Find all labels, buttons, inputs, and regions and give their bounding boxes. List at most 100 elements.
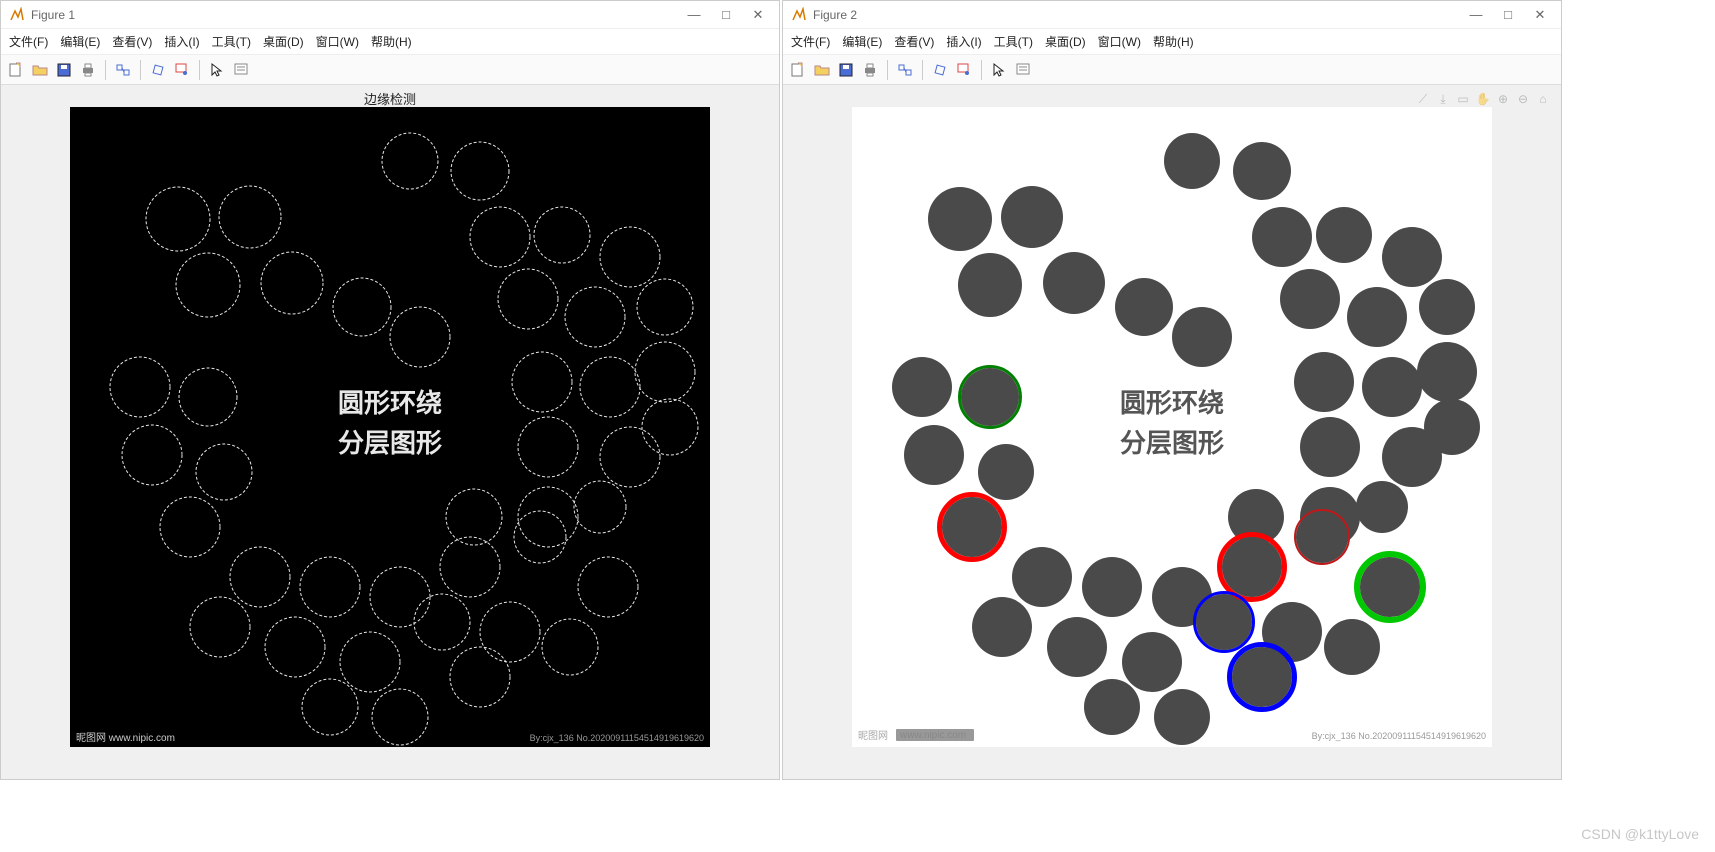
circle — [1154, 689, 1210, 745]
menu-file[interactable]: 文件(F) — [9, 33, 48, 50]
axes-area: ⟋ ⤓ ▭ ✋ ⊕ ⊖ ⌂ 圆形环绕 分层图形 昵图网 www.nipic.co… — [783, 85, 1561, 779]
rotate-icon[interactable] — [929, 59, 951, 81]
circle — [928, 187, 992, 251]
minimize-button[interactable]: — — [1469, 8, 1483, 22]
figure-window-1: Figure 1 — □ ✕ 文件(F) 编辑(E) 查看(V) 插入(I) 工… — [0, 0, 780, 780]
edit-plot-icon[interactable] — [1012, 59, 1034, 81]
pointer-icon[interactable] — [206, 59, 228, 81]
menu-desktop[interactable]: 桌面(D) — [263, 33, 304, 50]
export-icon[interactable]: ⤓ — [1435, 91, 1451, 107]
window-title: Figure 2 — [813, 8, 1469, 22]
menubar: 文件(F) 编辑(E) 查看(V) 插入(I) 工具(T) 桌面(D) 窗口(W… — [1, 29, 779, 55]
edge-detection-image: 圆形环绕 分层图形 昵图网 www.nipic.com By:cjx_136 N… — [70, 107, 710, 747]
circle — [1172, 307, 1232, 367]
circle — [1347, 287, 1407, 347]
menu-view[interactable]: 查看(V) — [894, 33, 934, 50]
watermark-site-url: www.nipic.com — [899, 730, 966, 741]
menu-window[interactable]: 窗口(W) — [316, 33, 359, 50]
menu-insert[interactable]: 插入(I) — [946, 33, 981, 50]
zoom-in-icon[interactable]: ⊕ — [1495, 91, 1511, 107]
circle — [1115, 278, 1173, 336]
circle — [978, 444, 1034, 500]
maximize-button[interactable]: □ — [1501, 8, 1515, 22]
menu-help[interactable]: 帮助(H) — [1153, 33, 1194, 50]
circle — [1362, 357, 1422, 417]
circle — [892, 357, 952, 417]
print-icon[interactable] — [859, 59, 881, 81]
datatip-icon[interactable]: ▭ — [1455, 91, 1471, 107]
zoom-out-icon[interactable]: ⊖ — [1515, 91, 1531, 107]
circle — [1043, 252, 1105, 314]
open-icon[interactable] — [811, 59, 833, 81]
circle — [1233, 142, 1291, 200]
circle — [1356, 481, 1408, 533]
menu-desktop[interactable]: 桌面(D) — [1045, 33, 1086, 50]
center-text-line1: 圆形环绕 — [338, 388, 442, 418]
data-cursor-icon[interactable] — [953, 59, 975, 81]
circle — [1382, 227, 1442, 287]
menu-insert[interactable]: 插入(I) — [164, 33, 199, 50]
menu-tools[interactable]: 工具(T) — [994, 33, 1033, 50]
home-icon[interactable]: ⌂ — [1535, 91, 1551, 107]
circle — [1012, 547, 1072, 607]
circle — [1316, 207, 1372, 263]
watermark-br-2: By:cjx_136 No.20200911154514919619620 — [1312, 731, 1486, 741]
menu-view[interactable]: 查看(V) — [112, 33, 152, 50]
csdn-watermark: CSDN @k1ttyLove — [1581, 826, 1699, 842]
matlab-logo-icon — [791, 7, 807, 23]
link-icon[interactable] — [112, 59, 134, 81]
axes-area: 边缘检测 圆形环绕 分层图形 昵图网 www.nipic.com By:cjx_… — [1, 85, 779, 779]
titlebar[interactable]: Figure 2 — □ ✕ — [783, 1, 1561, 29]
circle — [1360, 557, 1420, 617]
data-cursor-icon[interactable] — [171, 59, 193, 81]
detection-result-image: 圆形环绕 分层图形 昵图网 www.nipic.com By:cjx_136 N… — [852, 107, 1492, 747]
brush-icon[interactable]: ⟋ — [1415, 91, 1431, 107]
circle — [1047, 617, 1107, 677]
center-text-line1: 圆形环绕 — [1120, 388, 1224, 418]
menu-help[interactable]: 帮助(H) — [371, 33, 412, 50]
watermark-bl-1: 昵图网 www.nipic.com — [76, 732, 175, 744]
rotate-icon[interactable] — [147, 59, 169, 81]
new-figure-icon[interactable] — [787, 59, 809, 81]
pan-icon[interactable]: ✋ — [1475, 91, 1491, 107]
titlebar[interactable]: Figure 1 — □ ✕ — [1, 1, 779, 29]
edit-plot-icon[interactable] — [230, 59, 252, 81]
new-figure-icon[interactable] — [5, 59, 27, 81]
menu-window[interactable]: 窗口(W) — [1098, 33, 1141, 50]
watermark-br-1: By:cjx_136 No.20200911154514919619620 — [530, 733, 704, 743]
minimize-button[interactable]: — — [687, 8, 701, 22]
open-icon[interactable] — [29, 59, 51, 81]
window-title: Figure 1 — [31, 8, 687, 22]
circle — [1294, 352, 1354, 412]
print-icon[interactable] — [77, 59, 99, 81]
circle — [1252, 207, 1312, 267]
save-icon[interactable] — [835, 59, 857, 81]
circle — [1300, 417, 1360, 477]
maximize-button[interactable]: □ — [719, 8, 733, 22]
circle — [1324, 619, 1380, 675]
menu-edit[interactable]: 编辑(E) — [842, 33, 882, 50]
close-button[interactable]: ✕ — [1533, 8, 1547, 22]
matlab-logo-icon — [9, 7, 25, 23]
figure-window-2: Figure 2 — □ ✕ 文件(F) 编辑(E) 查看(V) 插入(I) 工… — [782, 0, 1562, 780]
circle — [1084, 679, 1140, 735]
axes-toolbar: ⟋ ⤓ ▭ ✋ ⊕ ⊖ ⌂ — [1415, 91, 1551, 107]
circle — [1001, 186, 1063, 248]
circle — [1382, 427, 1442, 487]
close-button[interactable]: ✕ — [751, 8, 765, 22]
toolbar — [783, 55, 1561, 85]
save-icon[interactable] — [53, 59, 75, 81]
circle — [1164, 133, 1220, 189]
link-icon[interactable] — [894, 59, 916, 81]
circle — [1222, 537, 1282, 597]
menu-tools[interactable]: 工具(T) — [212, 33, 251, 50]
menu-file[interactable]: 文件(F) — [791, 33, 830, 50]
pointer-icon[interactable] — [988, 59, 1010, 81]
center-text-line2: 分层图形 — [1120, 429, 1224, 458]
circle — [1152, 567, 1212, 627]
circle — [972, 597, 1032, 657]
circle — [904, 425, 964, 485]
menubar: 文件(F) 编辑(E) 查看(V) 插入(I) 工具(T) 桌面(D) 窗口(W… — [783, 29, 1561, 55]
toolbar — [1, 55, 779, 85]
menu-edit[interactable]: 编辑(E) — [60, 33, 100, 50]
